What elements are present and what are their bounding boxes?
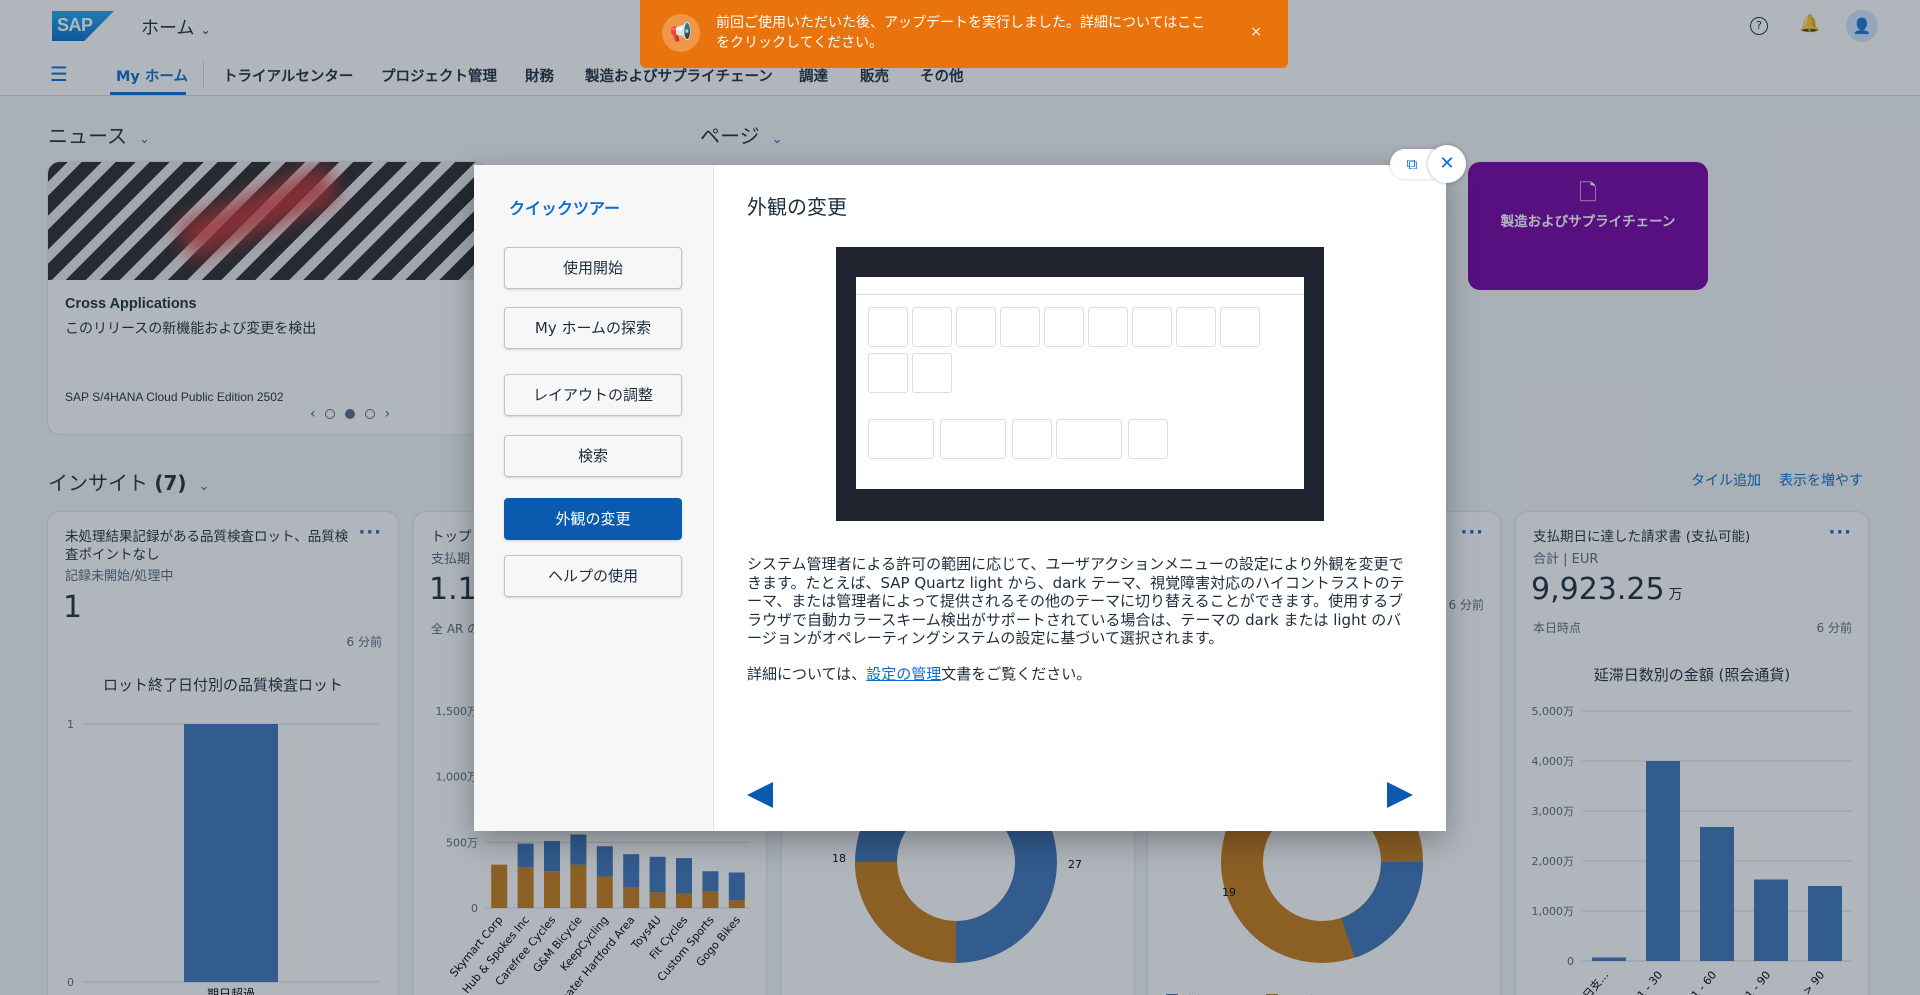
- tour-get-started-button[interactable]: 使用開始: [504, 247, 682, 289]
- dialog-body-text: システム管理者による許可の範囲に応じて、ユーザアクションメニューの設定により外観…: [747, 555, 1405, 647]
- toast-message[interactable]: 前回ご使用いただいた後、アップデートを実行しました。詳細についてはここをクリック…: [716, 13, 1216, 53]
- settings-link[interactable]: 設定の管理: [866, 665, 941, 683]
- tour-search-button[interactable]: 検索: [504, 435, 682, 477]
- previous-arrow-icon[interactable]: [747, 782, 773, 808]
- tour-explore-home-button[interactable]: My ホームの探索: [504, 307, 682, 349]
- tour-change-appearance-button[interactable]: 外観の変更: [504, 498, 682, 540]
- quick-tour-sidebar: クイックツアー 使用開始 My ホームの探索 レイアウトの調整 検索 外観の変更…: [474, 165, 714, 831]
- dialog-title: 外観の変更: [747, 195, 847, 219]
- more-prefix: 詳細については、: [747, 665, 867, 683]
- appearance-preview-image: [836, 247, 1324, 521]
- quick-tour-dialog: クイックツアー 使用開始 My ホームの探索 レイアウトの調整 検索 外観の変更…: [474, 165, 1446, 831]
- sidebar-title: クイックツアー: [509, 199, 621, 218]
- megaphone-icon: 📢: [662, 14, 700, 52]
- tour-use-help-button[interactable]: ヘルプの使用: [504, 555, 682, 597]
- update-toast[interactable]: 📢 前回ご使用いただいた後、アップデートを実行しました。詳細についてはここをクリ…: [640, 0, 1288, 68]
- next-arrow-icon[interactable]: [1387, 782, 1413, 808]
- dialog-more-info: 詳細については、設定の管理文書をご覧ください。: [747, 663, 1091, 684]
- tour-adjust-layout-button[interactable]: レイアウトの調整: [504, 374, 682, 416]
- more-suffix: 文書をご覧ください。: [941, 665, 1092, 683]
- close-icon[interactable]: ✕: [1428, 145, 1466, 183]
- close-icon[interactable]: ×: [1250, 24, 1262, 40]
